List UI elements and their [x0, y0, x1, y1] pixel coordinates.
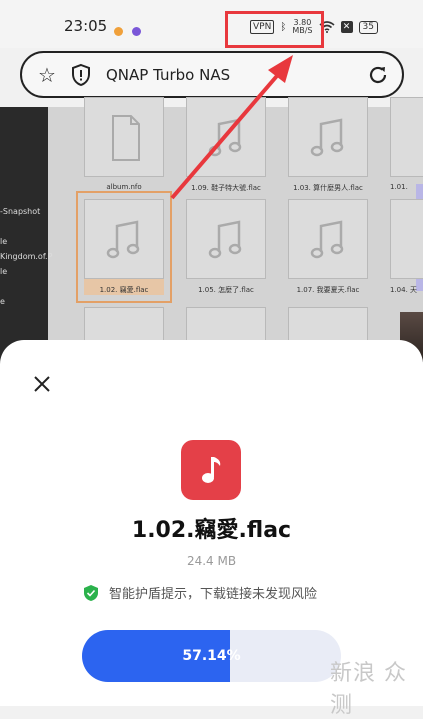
- file-thumbnail: [84, 97, 164, 177]
- close-icon[interactable]: [28, 370, 56, 398]
- music-note-icon: [208, 118, 242, 157]
- music-note-icon: [202, 457, 221, 483]
- file-name: 1.07. 我要夏天.flac: [296, 286, 360, 294]
- page-title[interactable]: QNAP Turbo NAS: [106, 66, 230, 84]
- side-item[interactable]: le: [0, 237, 7, 246]
- watermark: 新浪 众测: [330, 661, 407, 718]
- side-item[interactable]: le: [0, 267, 7, 276]
- progress-label: 57.14%: [182, 648, 241, 664]
- file-name: 1.09. 鞋子特大號.flac: [191, 184, 261, 192]
- music-note-icon: [310, 220, 344, 259]
- file-tile-selected[interactable]: 1.02. 竊愛.flac: [76, 191, 172, 303]
- annotation-highlight-box: [225, 11, 324, 48]
- download-file-name: 1.02.竊愛.flac: [131, 518, 292, 543]
- file-tile[interactable]: 1.03. 算什麼男人.flac: [288, 97, 368, 193]
- notification-dot-orange: [114, 27, 123, 36]
- download-file-size: 24.4 MB: [186, 554, 237, 568]
- notification-dot-purple: [132, 27, 141, 36]
- safety-notice: 智能护盾提示，下载链接未发现风险: [83, 583, 317, 602]
- file-thumbnail: [288, 97, 368, 177]
- music-note-icon: [208, 220, 242, 259]
- file-thumbnail: [186, 97, 266, 177]
- status-bar: 23:05 VPN ᛒ 3.80 MB/S ✕ 35: [0, 0, 423, 48]
- download-progress-button[interactable]: 57.14%: [82, 630, 341, 682]
- no-sim-icon: ✕: [340, 21, 353, 33]
- file-name: 1.02. 竊愛.flac: [99, 286, 149, 294]
- file-tile[interactable]: 1.04. 天: [390, 199, 423, 295]
- shield-check-icon: [84, 584, 98, 601]
- file-name: 1.03. 算什麼男人.flac: [293, 184, 363, 192]
- file-tile[interactable]: 1.07. 我要夏天.flac: [288, 199, 368, 295]
- notification-dots: [114, 21, 150, 40]
- file-thumbnail: [288, 199, 368, 279]
- url-bar[interactable]: ☆ QNAP Turbo NAS: [20, 51, 404, 98]
- side-item[interactable]: -Snapshot: [0, 207, 40, 216]
- file-thumbnail: [186, 199, 266, 279]
- side-item[interactable]: e: [0, 297, 5, 306]
- safety-text: 智能护盾提示，下载链接未发现风险: [109, 587, 318, 602]
- file-tile[interactable]: album.nfo: [84, 97, 164, 191]
- side-item[interactable]: Kingdom.of.P: [0, 252, 52, 261]
- file-tile[interactable]: 1.05. 怎麼了.flac: [186, 199, 266, 295]
- file-tile[interactable]: 1.09. 鞋子特大號.flac: [186, 97, 266, 193]
- download-sheet: 1.02.竊愛.flac 24.4 MB 智能护盾提示，下载链接未发现风险 57…: [0, 340, 423, 718]
- file-name: 1.05. 怎麼了.flac: [198, 286, 254, 294]
- shield-alert-icon[interactable]: [70, 63, 92, 87]
- file-thumbnail: [390, 97, 423, 177]
- file-tile[interactable]: 1.01.: [390, 97, 423, 191]
- file-name: album.nfo: [106, 183, 142, 191]
- file-thumbnail: [84, 199, 164, 279]
- battery-icon: 35: [358, 20, 378, 34]
- music-note-icon: [106, 220, 140, 259]
- status-time: 23:05: [64, 17, 108, 35]
- document-icon: [112, 115, 140, 161]
- reload-icon[interactable]: [366, 63, 390, 87]
- file-thumbnail: [390, 199, 423, 279]
- music-app-icon: [181, 440, 241, 500]
- bookmark-star-icon[interactable]: ☆: [38, 64, 56, 86]
- music-note-icon: [310, 118, 344, 157]
- file-name: 1.04. 天: [390, 286, 418, 294]
